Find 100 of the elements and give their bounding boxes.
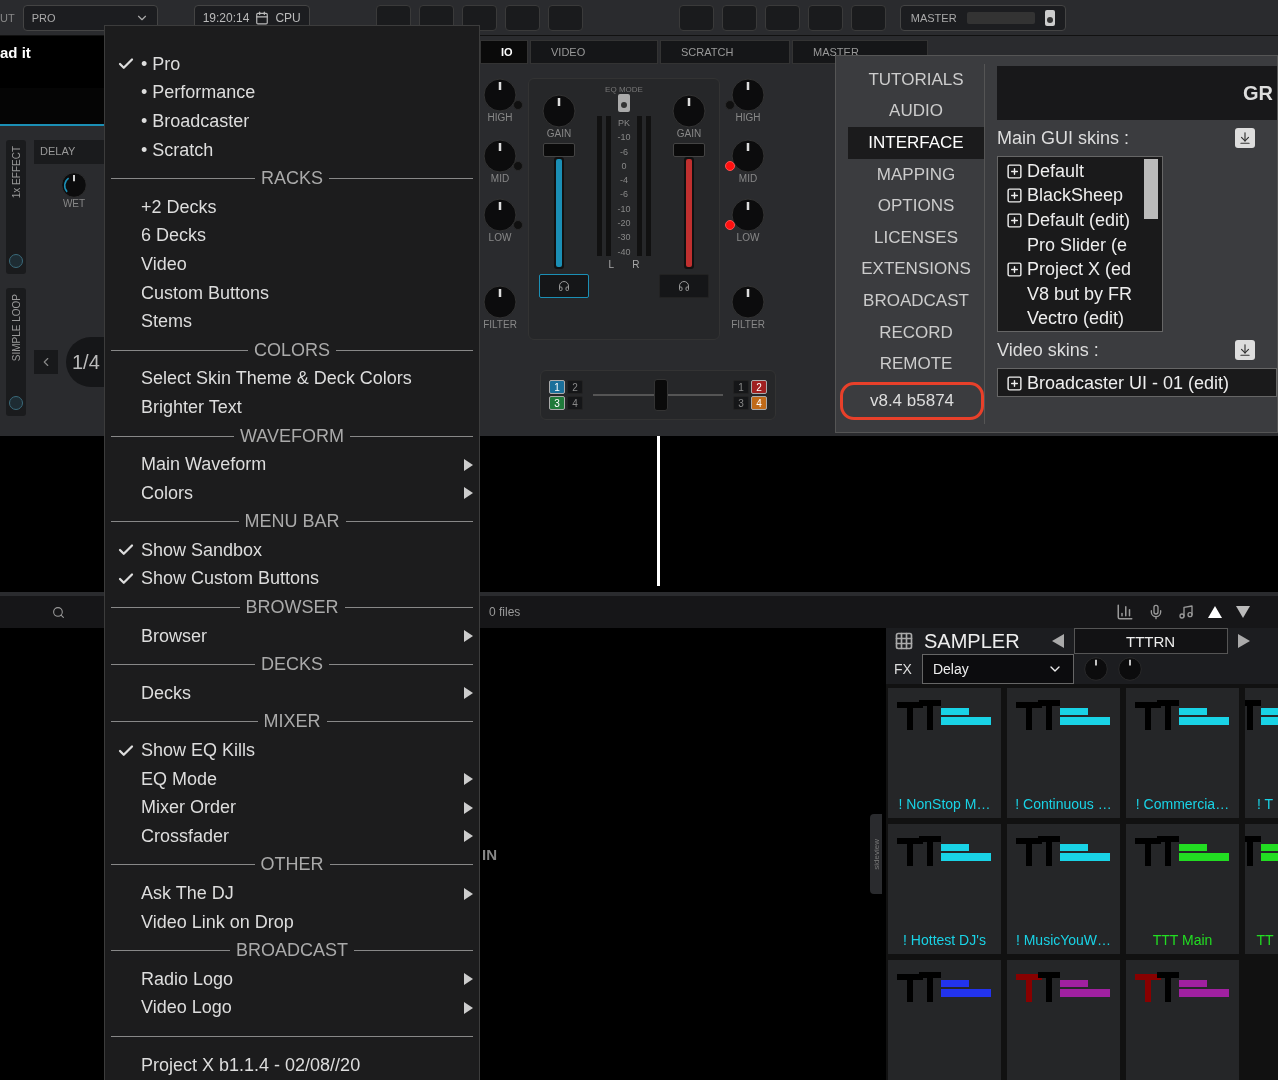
bank-field[interactable]: TTTRN	[1073, 628, 1228, 654]
sample-pad[interactable]	[1007, 960, 1120, 1080]
effect-toggle[interactable]	[9, 254, 23, 268]
menu-item[interactable]: Colors	[111, 478, 473, 508]
loop-back-button[interactable]	[34, 350, 58, 374]
settings-nav-item[interactable]: OPTIONS	[848, 190, 984, 222]
expand-icon[interactable]	[1006, 261, 1023, 279]
search-icon[interactable]	[52, 605, 65, 619]
settings-nav-item[interactable]: AUDIO	[848, 95, 984, 128]
menu-item[interactable]: 6 Decks	[111, 221, 473, 251]
menu-item[interactable]: Ask The DJ	[111, 879, 473, 908]
menu-item[interactable]: Crossfader	[111, 822, 473, 851]
fader-handle[interactable]	[543, 143, 575, 157]
empty-slot-button[interactable]	[721, 4, 757, 31]
menu-item[interactable]: Project X b1.1.4 - 02/08//20	[111, 1050, 473, 1080]
empty-slot-button[interactable]	[547, 4, 583, 31]
previous-icon[interactable]	[1051, 634, 1064, 648]
deck-assign-button[interactable]: 4	[567, 396, 583, 410]
menu-item[interactable]: • Broadcaster	[111, 107, 473, 136]
layer-button[interactable]	[850, 4, 886, 31]
expand-icon[interactable]	[1006, 187, 1023, 205]
menu-item[interactable]: Browser	[111, 621, 473, 651]
sample-pad[interactable]: ! NonStop M…	[888, 688, 1001, 818]
download-icon[interactable]	[1235, 340, 1255, 361]
sample-pad[interactable]: ! MusicYouW…	[1007, 824, 1120, 954]
settings-nav-item[interactable]: TUTORIALS	[848, 64, 984, 96]
sample-pad[interactable]: ! T	[1245, 688, 1278, 818]
bar-chart-icon[interactable]	[1116, 603, 1134, 621]
menu-item[interactable]: Mixer Order	[111, 793, 473, 823]
loop-toggle[interactable]	[9, 396, 23, 410]
menu-item[interactable]: Video	[111, 250, 473, 279]
headphone-button[interactable]	[659, 273, 709, 298]
crossfader-handle[interactable]	[654, 379, 668, 411]
tab[interactable]: SCRATCH	[660, 40, 790, 64]
empty-slot-button[interactable]	[764, 4, 800, 31]
skin-item[interactable]: BlackSheep	[1006, 183, 1144, 209]
expand-icon[interactable]	[1006, 212, 1023, 229]
menu-item[interactable]: Main Waveform	[111, 450, 473, 479]
settings-nav-item[interactable]: MAPPING	[848, 158, 984, 191]
expand-icon[interactable]	[1006, 162, 1023, 180]
fx-select[interactable]: Delay	[921, 654, 1074, 684]
deck-assign-button[interactable]: 3	[733, 396, 749, 410]
skin-item[interactable]: Default	[1006, 159, 1144, 184]
layout-select[interactable]: PRO	[22, 4, 158, 31]
deck-assign-button[interactable]: 2	[567, 380, 583, 394]
expand-icon[interactable]	[1006, 374, 1023, 392]
deck-assign-button[interactable]: 1	[549, 380, 565, 394]
down-triangle-icon[interactable]	[1236, 606, 1250, 618]
skin-item[interactable]: Project X (ed	[1006, 257, 1144, 282]
menu-item[interactable]: Show Sandbox	[111, 536, 473, 565]
menu-item[interactable]: Show EQ Kills	[111, 736, 473, 765]
menu-item[interactable]: Stems	[111, 307, 473, 336]
download-icon[interactable]	[1235, 128, 1255, 148]
settings-nav-item[interactable]: INTERFACE	[848, 127, 984, 159]
skin-item[interactable]: Default (edit)	[1006, 208, 1144, 233]
empty-slot-button[interactable]	[461, 4, 497, 31]
menu-item[interactable]: Custom Buttons	[111, 278, 473, 308]
knob-icon[interactable]	[731, 198, 765, 232]
settings-nav-item[interactable]: RECORD	[848, 316, 984, 349]
music-note-icon[interactable]	[1178, 604, 1194, 620]
menu-item[interactable]: Video Logo	[111, 993, 473, 1023]
empty-slot-button[interactable]	[504, 4, 540, 31]
tab[interactable]: IO	[480, 40, 528, 64]
sample-pad[interactable]	[1126, 960, 1239, 1080]
grid-icon[interactable]	[894, 631, 914, 651]
sample-pad[interactable]: TTT Main	[1126, 824, 1239, 954]
menu-item[interactable]: Radio Logo	[111, 965, 473, 994]
headphone-button[interactable]	[539, 273, 589, 298]
effect-tab[interactable]: 1x EFFECT	[6, 140, 26, 274]
scrollbar-thumb[interactable]	[1144, 159, 1158, 219]
menu-item[interactable]: Show Custom Buttons	[111, 564, 473, 594]
skin-item[interactable]: Vectro (edit)	[1006, 306, 1144, 332]
deck-assign-button[interactable]: 2	[751, 380, 767, 394]
knob-icon[interactable]	[731, 139, 765, 173]
menu-item[interactable]: Brighter Text	[111, 393, 473, 422]
menu-item[interactable]: • Pro	[111, 50, 473, 79]
sample-pad[interactable]: ! Continuous …	[1007, 688, 1120, 818]
microphone-icon[interactable]	[1148, 604, 1164, 620]
loop-tab[interactable]: SIMPLE LOOP	[6, 288, 26, 416]
menu-item[interactable]: Video Link on Drop	[111, 907, 473, 937]
next-icon[interactable]	[1237, 634, 1250, 648]
sample-pad[interactable]: ! Commercia…	[1126, 688, 1239, 818]
menu-item[interactable]: +2 Decks	[111, 192, 473, 222]
menu-item[interactable]: EQ Mode	[111, 764, 473, 794]
knob-icon[interactable]	[61, 172, 87, 198]
up-triangle-icon[interactable]	[1208, 606, 1222, 618]
deck-assign-button[interactable]: 1	[733, 380, 749, 394]
settings-nav-item[interactable]: REMOTE	[848, 348, 984, 380]
empty-slot-button[interactable]	[807, 4, 843, 31]
deck-assign-button[interactable]: 3	[549, 396, 565, 410]
skin-item[interactable]: Pro Slider (e	[1006, 232, 1144, 258]
menu-item[interactable]: • Scratch	[111, 135, 473, 165]
settings-nav-item[interactable]: BROADCAST	[848, 285, 984, 317]
sample-pad[interactable]: TT	[1245, 824, 1278, 954]
sample-pad[interactable]: ! Hottest DJ's	[888, 824, 1001, 954]
fader-handle[interactable]	[673, 143, 705, 157]
settings-nav-item[interactable]: EXTENSIONS	[848, 253, 984, 286]
skin-item[interactable]: Broadcaster UI - 01 (edit)	[1006, 371, 1276, 396]
deck-assign-button[interactable]: 4	[751, 396, 767, 410]
settings-nav-item[interactable]: LICENSES	[848, 221, 984, 254]
